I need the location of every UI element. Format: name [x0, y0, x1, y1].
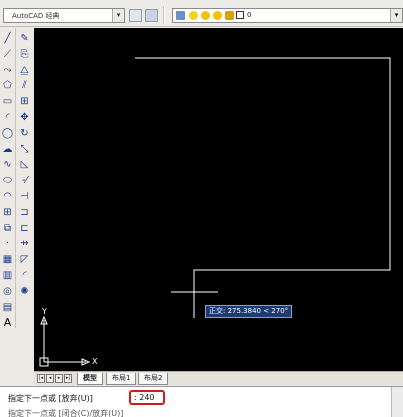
ucs-y-label: Y — [42, 307, 47, 316]
input-highlight-box — [129, 390, 165, 405]
freeze-viewport-icon[interactable] — [213, 11, 222, 20]
workspace-settings-icon[interactable] — [129, 9, 142, 22]
dynamic-input-tooltip: 正交: 275.3840 < 270° — [205, 305, 293, 318]
autocad-window: AutoCAD 经典 ▾ 0 ▾ ╱ ⟋ ⤳ ⬠ ▭ ◜ ◯ ☁ ∿ ⬭ ◠ ⊞ ⧉ · ▦ ▥ ◎ ▤ A ✎ ⎘ ⧋… — [0, 0, 403, 417]
insert-block-icon[interactable]: ⊞ — [1, 206, 14, 219]
layer-value: 0 — [247, 11, 252, 19]
chamfer-icon[interactable]: ◸ — [18, 253, 31, 266]
ucs-x-label: X — [92, 357, 98, 366]
sun-icon[interactable] — [201, 11, 210, 20]
break-icon[interactable]: ⊏ — [18, 222, 31, 235]
explode-icon[interactable]: ✺ — [18, 285, 31, 298]
toolbar-divider — [163, 7, 165, 24]
command-prompt-line1: 指定下一点或 [放弃(U)] — [8, 394, 93, 403]
table-icon[interactable]: ▤ — [1, 301, 14, 314]
make-block-icon[interactable]: ⧉ — [1, 222, 14, 235]
tab-model[interactable]: 模型 — [77, 373, 103, 385]
layer-color-swatch — [236, 11, 244, 19]
drawing-canvas[interactable]: Y X 正交: 275.3840 < 270° — [34, 28, 403, 371]
last-tab-icon[interactable]: ▸| — [64, 374, 72, 383]
lock-icon[interactable] — [225, 11, 234, 20]
point-icon[interactable]: · — [1, 237, 14, 250]
first-tab-icon[interactable]: |◂ — [37, 374, 45, 383]
polyline-icon[interactable]: ⤳ — [1, 64, 14, 77]
copy-icon[interactable]: ⎘ — [18, 48, 31, 61]
join-icon[interactable]: ⇸ — [18, 237, 31, 250]
extend-icon[interactable]: ⊣ — [18, 190, 31, 203]
mirror-icon[interactable]: ⧋ — [18, 64, 31, 77]
revision-cloud-icon[interactable]: ☁ — [1, 143, 14, 156]
rectangle-icon[interactable]: ▭ — [1, 95, 14, 108]
region-icon[interactable]: ◎ — [1, 285, 14, 298]
array-icon[interactable]: ⊞ — [18, 95, 31, 108]
layer-select[interactable]: 0 ▾ — [172, 8, 403, 23]
chevron-down-icon[interactable]: ▾ — [112, 9, 124, 22]
arc-icon[interactable]: ◜ — [1, 111, 14, 124]
ellipse-arc-icon[interactable]: ◠ — [1, 190, 14, 203]
chevron-down-icon[interactable]: ▾ — [390, 9, 402, 22]
workspace-value: AutoCAD 经典 — [12, 12, 60, 20]
rotate-icon[interactable]: ↻ — [18, 127, 31, 140]
hatch-icon[interactable]: ▦ — [1, 253, 14, 266]
spline-icon[interactable]: ∿ — [1, 158, 14, 171]
multiline-text-icon[interactable]: A — [1, 316, 14, 329]
drawn-polyline[interactable] — [135, 57, 391, 318]
gradient-icon[interactable]: ▥ — [1, 269, 14, 282]
line-icon[interactable]: ╱ — [1, 32, 14, 45]
offset-icon[interactable]: ⫽ — [18, 79, 31, 92]
ellipse-icon[interactable]: ⬭ — [1, 174, 14, 187]
layer-manager-icon[interactable] — [176, 11, 185, 20]
command-scrollbar[interactable] — [391, 387, 403, 417]
workspace-select[interactable]: AutoCAD 经典 ▾ — [3, 8, 125, 23]
fillet-icon[interactable]: ◜ — [18, 269, 31, 282]
break-at-point-icon[interactable]: ⊐ — [18, 206, 31, 219]
tab-layout2[interactable]: 布局2 — [138, 373, 169, 385]
move-icon[interactable]: ✥ — [18, 111, 31, 124]
left-toolbars: ╱ ⟋ ⤳ ⬠ ▭ ◜ ◯ ☁ ∿ ⬭ ◠ ⊞ ⧉ · ▦ ▥ ◎ ▤ A ✎ ⎘ ⧋ ⫽ ⊞ ✥ ↻ ⤡ ◺ -⁄ ⊣ ⊐ ⊏ ⇸ ◸ ◜ ✺ — [0, 28, 34, 373]
scale-icon[interactable]: ⤡ — [18, 143, 31, 156]
toolbar-lock-icon[interactable] — [145, 9, 158, 22]
top-toolbar: AutoCAD 经典 ▾ 0 ▾ — [0, 0, 403, 27]
next-tab-icon[interactable]: ▸ — [55, 374, 63, 383]
circle-icon[interactable]: ◯ — [1, 127, 14, 140]
lightbulb-icon[interactable] — [189, 11, 198, 20]
prev-tab-icon[interactable]: ◂ — [46, 374, 54, 383]
trim-icon[interactable]: -⁄ — [18, 174, 31, 187]
command-window[interactable]: 指定下一点或 [放弃(U)] : 240 指定下一点或 [闭合(C)/放弃(U)… — [0, 386, 403, 417]
layout-tabs-bar: |◂ ◂ ▸ ▸| 模型 布局1 布局2 — [34, 371, 403, 385]
drawing-svg — [39, 57, 391, 367]
construction-line-icon[interactable]: ⟋ — [1, 48, 14, 61]
stretch-icon[interactable]: ◺ — [18, 158, 31, 171]
tab-layout1[interactable]: 布局1 — [106, 373, 137, 385]
toolbar-divider — [15, 28, 16, 328]
polygon-icon[interactable]: ⬠ — [1, 79, 14, 92]
command-prompt-line2: 指定下一点或 [闭合(C)/放弃(U)] — [8, 409, 124, 417]
erase-icon[interactable]: ✎ — [18, 32, 31, 45]
